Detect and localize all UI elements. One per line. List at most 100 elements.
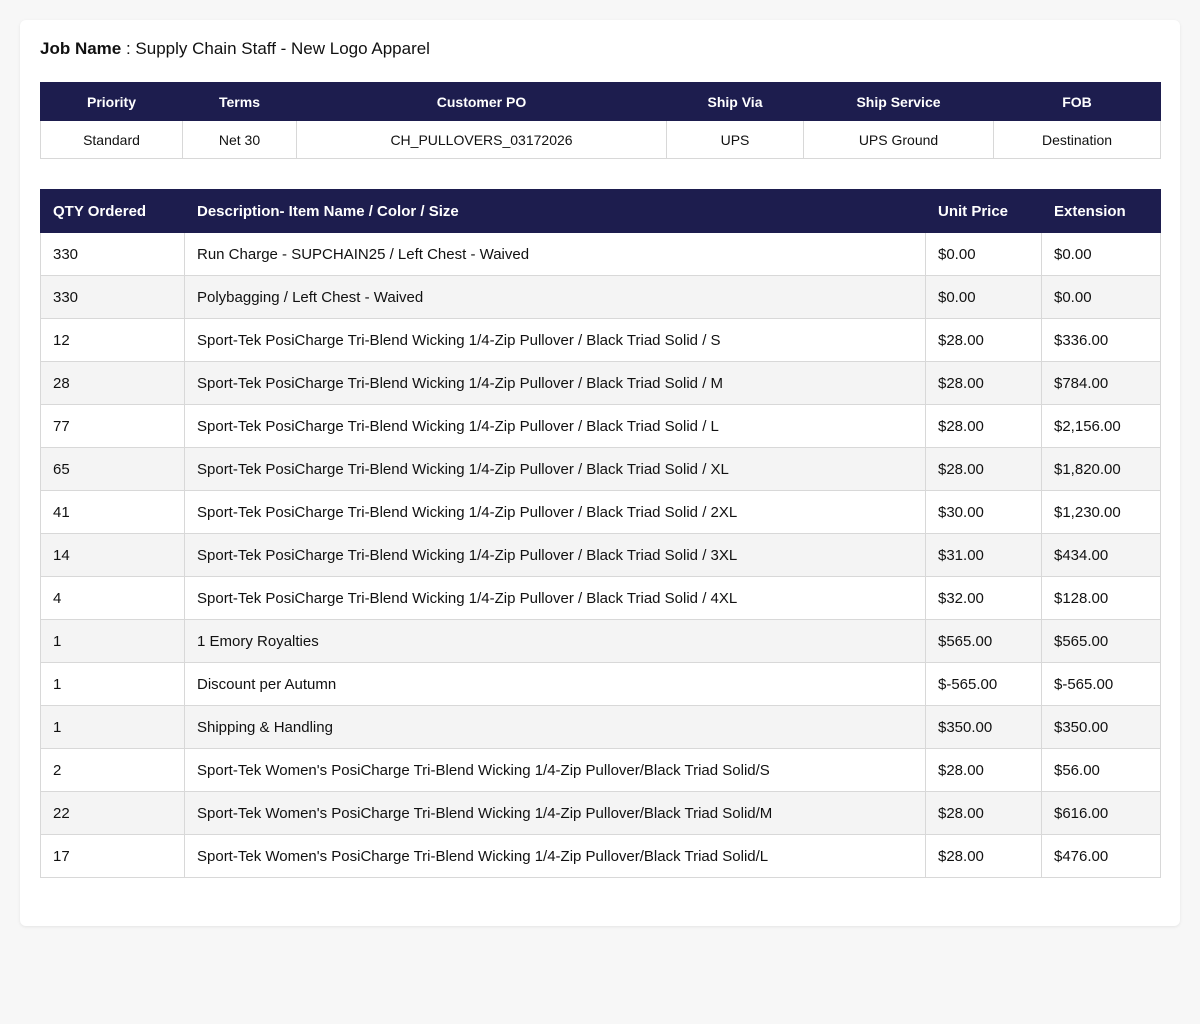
unit-price-cell: $28.00 — [925, 361, 1042, 405]
qty-cell: 330 — [40, 275, 185, 319]
unit-price-cell: $28.00 — [925, 404, 1042, 448]
unit-price-cell: $28.00 — [925, 791, 1042, 835]
description-cell: Sport-Tek Women's PosiCharge Tri-Blend W… — [184, 791, 926, 835]
value-ship-service: UPS Ground — [803, 120, 994, 159]
table-row: 4 Sport-Tek PosiCharge Tri-Blend Wicking… — [40, 576, 1161, 620]
extension-cell: $784.00 — [1041, 361, 1161, 405]
table-row: 330 Polybagging / Left Chest - Waived $0… — [40, 275, 1161, 319]
job-name-line: Job Name : Supply Chain Staff - New Logo… — [40, 38, 1160, 60]
header-description: Description- Item Name / Color / Size — [184, 189, 926, 233]
line-items-header-row: QTY Ordered Description- Item Name / Col… — [40, 189, 1161, 233]
table-row: 1 Shipping & Handling $350.00 $350.00 — [40, 705, 1161, 749]
order-meta-table: Priority Terms Customer PO Ship Via Ship… — [40, 82, 1161, 159]
value-customer-po: CH_PULLOVERS_03172026 — [296, 120, 667, 159]
qty-cell: 12 — [40, 318, 185, 362]
table-row: 41 Sport-Tek PosiCharge Tri-Blend Wickin… — [40, 490, 1161, 534]
qty-cell: 1 — [40, 619, 185, 663]
qty-cell: 330 — [40, 232, 185, 276]
description-cell: Discount per Autumn — [184, 662, 926, 706]
line-items-table: QTY Ordered Description- Item Name / Col… — [40, 189, 1161, 878]
unit-price-cell: $28.00 — [925, 318, 1042, 362]
extension-cell: $476.00 — [1041, 834, 1161, 878]
extension-cell: $1,230.00 — [1041, 490, 1161, 534]
qty-cell: 22 — [40, 791, 185, 835]
unit-price-cell: $-565.00 — [925, 662, 1042, 706]
header-ship-via: Ship Via — [666, 82, 804, 121]
qty-cell: 4 — [40, 576, 185, 620]
header-qty-ordered: QTY Ordered — [40, 189, 185, 233]
qty-cell: 28 — [40, 361, 185, 405]
extension-cell: $56.00 — [1041, 748, 1161, 792]
table-row: 14 Sport-Tek PosiCharge Tri-Blend Wickin… — [40, 533, 1161, 577]
order-meta-value-row: Standard Net 30 CH_PULLOVERS_03172026 UP… — [40, 120, 1161, 159]
description-cell: Shipping & Handling — [184, 705, 926, 749]
table-row: 28 Sport-Tek PosiCharge Tri-Blend Wickin… — [40, 361, 1161, 405]
unit-price-cell: $31.00 — [925, 533, 1042, 577]
table-row: 22 Sport-Tek Women's PosiCharge Tri-Blen… — [40, 791, 1161, 835]
extension-cell: $1,820.00 — [1041, 447, 1161, 491]
description-cell: Polybagging / Left Chest - Waived — [184, 275, 926, 319]
extension-cell: $336.00 — [1041, 318, 1161, 362]
extension-cell: $0.00 — [1041, 232, 1161, 276]
table-row: 12 Sport-Tek PosiCharge Tri-Blend Wickin… — [40, 318, 1161, 362]
table-row: 1 1 Emory Royalties $565.00 $565.00 — [40, 619, 1161, 663]
qty-cell: 1 — [40, 662, 185, 706]
job-name-separator: : — [121, 39, 136, 58]
unit-price-cell: $350.00 — [925, 705, 1042, 749]
header-priority: Priority — [40, 82, 183, 121]
qty-cell: 14 — [40, 533, 185, 577]
description-cell: Sport-Tek PosiCharge Tri-Blend Wicking 1… — [184, 404, 926, 448]
unit-price-cell: $32.00 — [925, 576, 1042, 620]
description-cell: Sport-Tek Women's PosiCharge Tri-Blend W… — [184, 748, 926, 792]
header-terms: Terms — [182, 82, 297, 121]
description-cell: Sport-Tek PosiCharge Tri-Blend Wicking 1… — [184, 361, 926, 405]
header-ship-service: Ship Service — [803, 82, 994, 121]
order-meta-header-row: Priority Terms Customer PO Ship Via Ship… — [40, 82, 1161, 121]
qty-cell: 65 — [40, 447, 185, 491]
qty-cell: 1 — [40, 705, 185, 749]
description-cell: Sport-Tek Women's PosiCharge Tri-Blend W… — [184, 834, 926, 878]
header-customer-po: Customer PO — [296, 82, 667, 121]
table-row: 330 Run Charge - SUPCHAIN25 / Left Chest… — [40, 232, 1161, 276]
table-row: 77 Sport-Tek PosiCharge Tri-Blend Wickin… — [40, 404, 1161, 448]
unit-price-cell: $28.00 — [925, 748, 1042, 792]
qty-cell: 41 — [40, 490, 185, 534]
table-row: 65 Sport-Tek PosiCharge Tri-Blend Wickin… — [40, 447, 1161, 491]
description-cell: 1 Emory Royalties — [184, 619, 926, 663]
header-unit-price: Unit Price — [925, 189, 1042, 233]
description-cell: Sport-Tek PosiCharge Tri-Blend Wicking 1… — [184, 447, 926, 491]
value-priority: Standard — [40, 120, 183, 159]
table-row: 2 Sport-Tek Women's PosiCharge Tri-Blend… — [40, 748, 1161, 792]
unit-price-cell: $0.00 — [925, 232, 1042, 276]
value-ship-via: UPS — [666, 120, 804, 159]
order-card: Job Name : Supply Chain Staff - New Logo… — [20, 20, 1180, 926]
job-name-label: Job Name — [40, 39, 122, 58]
extension-cell: $616.00 — [1041, 791, 1161, 835]
qty-cell: 77 — [40, 404, 185, 448]
extension-cell: $0.00 — [1041, 275, 1161, 319]
header-fob: FOB — [993, 82, 1161, 121]
unit-price-cell: $565.00 — [925, 619, 1042, 663]
unit-price-cell: $28.00 — [925, 447, 1042, 491]
value-fob: Destination — [993, 120, 1161, 159]
description-cell: Run Charge - SUPCHAIN25 / Left Chest - W… — [184, 232, 926, 276]
extension-cell: $128.00 — [1041, 576, 1161, 620]
unit-price-cell: $30.00 — [925, 490, 1042, 534]
table-row: 17 Sport-Tek Women's PosiCharge Tri-Blen… — [40, 834, 1161, 878]
qty-cell: 17 — [40, 834, 185, 878]
description-cell: Sport-Tek PosiCharge Tri-Blend Wicking 1… — [184, 318, 926, 362]
job-name-value: Supply Chain Staff - New Logo Apparel — [135, 39, 430, 58]
description-cell: Sport-Tek PosiCharge Tri-Blend Wicking 1… — [184, 533, 926, 577]
extension-cell: $-565.00 — [1041, 662, 1161, 706]
description-cell: Sport-Tek PosiCharge Tri-Blend Wicking 1… — [184, 576, 926, 620]
extension-cell: $565.00 — [1041, 619, 1161, 663]
extension-cell: $350.00 — [1041, 705, 1161, 749]
description-cell: Sport-Tek PosiCharge Tri-Blend Wicking 1… — [184, 490, 926, 534]
value-terms: Net 30 — [182, 120, 297, 159]
unit-price-cell: $0.00 — [925, 275, 1042, 319]
header-extension: Extension — [1041, 189, 1161, 233]
table-row: 1 Discount per Autumn $-565.00 $-565.00 — [40, 662, 1161, 706]
qty-cell: 2 — [40, 748, 185, 792]
unit-price-cell: $28.00 — [925, 834, 1042, 878]
extension-cell: $434.00 — [1041, 533, 1161, 577]
